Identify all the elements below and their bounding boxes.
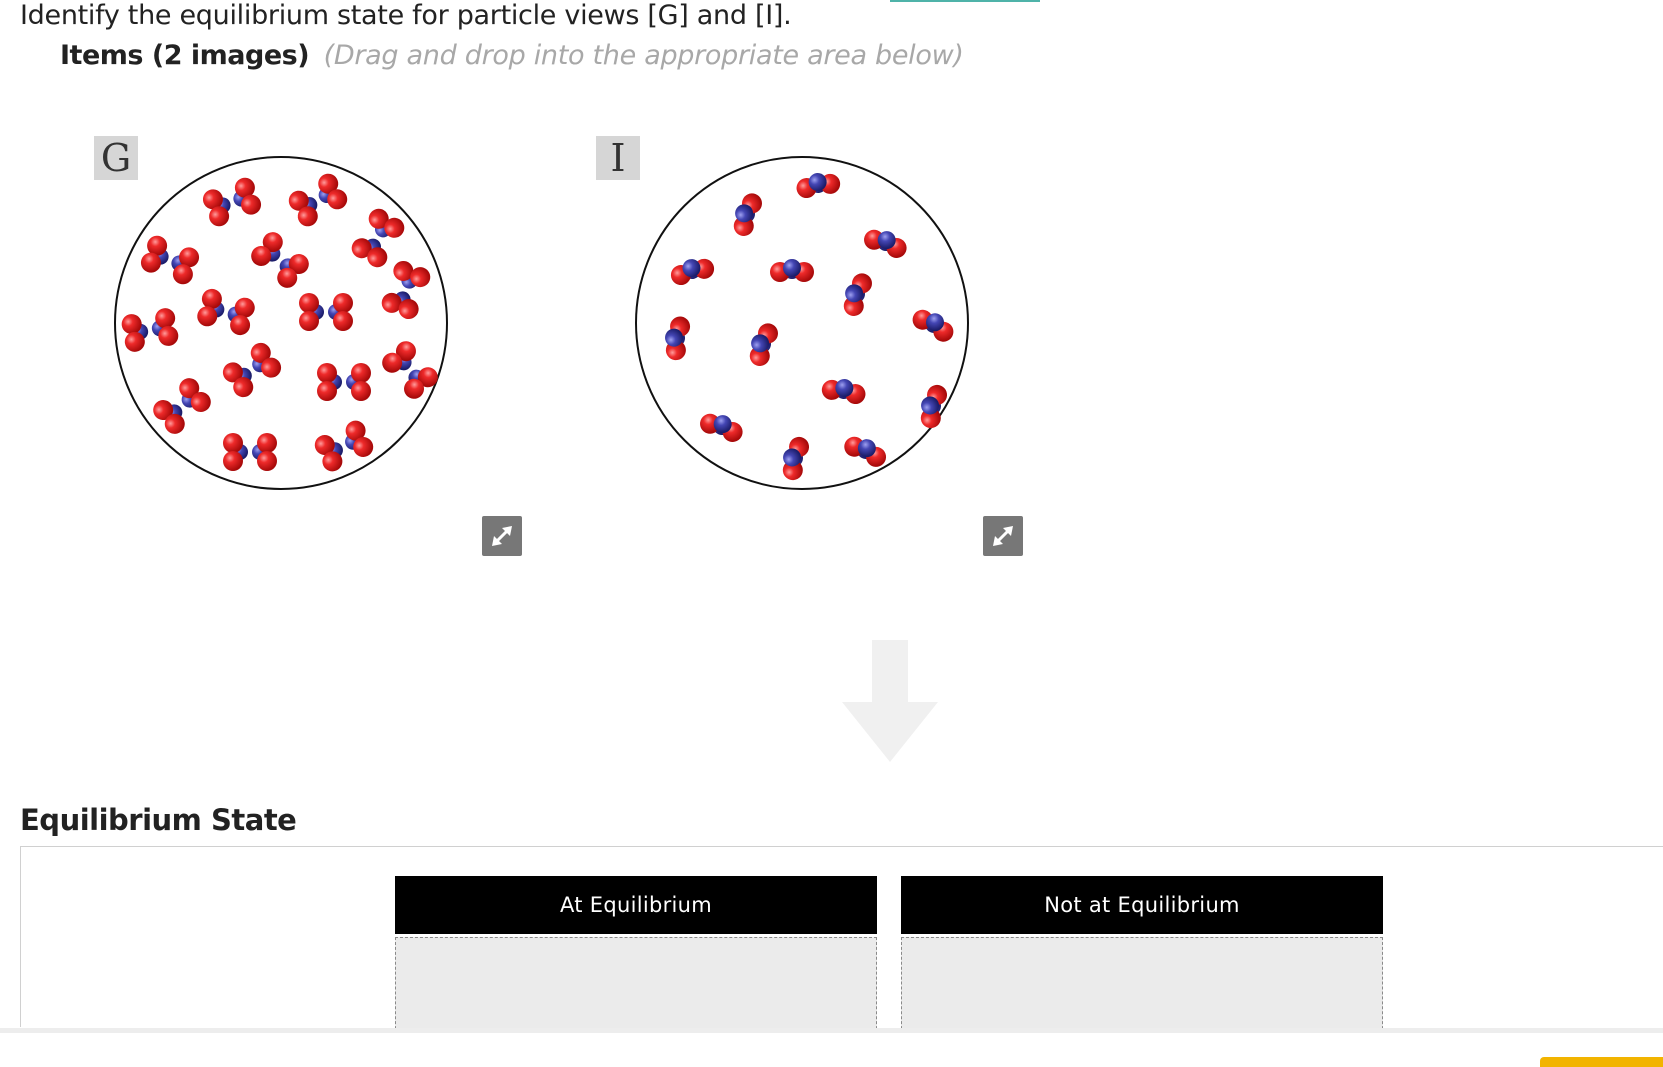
arrow-down-icon: [842, 640, 938, 762]
draggable-item-i[interactable]: I: [594, 130, 1024, 570]
section-title: Equilibrium State: [20, 803, 297, 837]
drag-hint: (Drag and drop into the appropriate area…: [323, 40, 964, 71]
category-not-at-equilibrium: Not at Equilibrium: [901, 876, 1383, 1039]
drop-zone-at-equilibrium[interactable]: [395, 937, 877, 1039]
draggable-item-g[interactable]: G: [92, 130, 522, 570]
item-label-i: I: [596, 136, 640, 180]
category-header-not-at-equilibrium: Not at Equilibrium: [901, 876, 1383, 934]
particle-view-i-image: [635, 156, 969, 490]
corner-action-button[interactable]: [1540, 1057, 1663, 1067]
item-label-g: G: [94, 136, 138, 180]
drop-zone-not-at-equilibrium[interactable]: [901, 937, 1383, 1039]
bottom-toolbar: [0, 1028, 1663, 1067]
category-header-at-equilibrium: At Equilibrium: [395, 876, 877, 934]
items-heading: Items (2 images) (Drag and drop into the…: [60, 40, 964, 71]
top-accent-line: [890, 0, 1040, 2]
question-text: Identify the equilibrium state for parti…: [20, 0, 792, 31]
items-count-label: Items (2 images): [60, 40, 310, 71]
expand-arrows-icon[interactable]: [983, 516, 1023, 556]
category-at-equilibrium: At Equilibrium: [395, 876, 877, 1039]
particle-view-g-image: [114, 156, 448, 490]
expand-arrows-icon[interactable]: [482, 516, 522, 556]
